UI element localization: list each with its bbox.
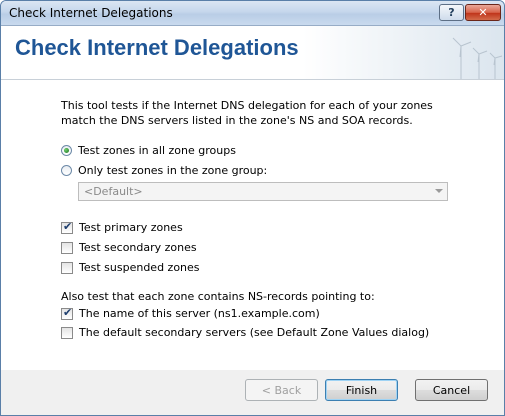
cancel-button[interactable]: Cancel <box>415 379 488 401</box>
description-text: This tool tests if the Internet DNS dele… <box>61 99 433 127</box>
chevron-down-icon <box>435 189 443 193</box>
wind-turbines-image <box>452 37 503 79</box>
checkbox-suspended-zones[interactable]: Test suspended zones <box>61 261 200 274</box>
zone-group-dropdown[interactable]: <Default> <box>78 182 448 201</box>
close-button[interactable]: ✕ <box>465 4 501 21</box>
window-title: Check Internet Delegations <box>9 6 173 20</box>
radio-label: Only test zones in the zone group: <box>78 164 268 177</box>
checkbox-label: The default secondary servers (see Defau… <box>79 326 430 339</box>
checkbox-label: Test suspended zones <box>79 261 200 274</box>
back-button[interactable]: < Back <box>245 379 318 401</box>
checkbox-label: The name of this server (ns1.example.com… <box>79 307 320 320</box>
checkbox[interactable] <box>61 241 73 254</box>
checkbox-secondary-zones[interactable]: Test secondary zones <box>61 241 197 254</box>
help-button[interactable]: ? <box>439 4 464 21</box>
checkbox[interactable] <box>61 326 73 339</box>
finish-button[interactable]: Finish <box>325 379 398 401</box>
checkbox-default-secondary-servers[interactable]: The default secondary servers (see Defau… <box>61 326 429 339</box>
radio-button[interactable] <box>61 165 72 176</box>
radio-label: Test zones in all zone groups <box>78 144 236 157</box>
checkbox[interactable] <box>61 261 73 274</box>
header-banner: Check Internet Delegations <box>1 26 504 80</box>
title-bar[interactable]: Check Internet Delegations ? ✕ <box>1 1 504 26</box>
checkbox-label: Test secondary zones <box>79 241 197 254</box>
checkbox-primary-zones[interactable]: Test primary zones <box>61 220 183 234</box>
zone-group-value: <Default> <box>84 185 143 198</box>
radio-only-zone-group[interactable]: Only test zones in the zone group: <box>61 164 267 177</box>
checkbox-this-server[interactable]: The name of this server (ns1.example.com… <box>61 306 320 320</box>
dialog-content: This tool tests if the Internet DNS dele… <box>1 80 504 370</box>
checkbox-checked[interactable] <box>61 220 73 234</box>
page-title: Check Internet Delegations <box>15 35 299 60</box>
checkbox-checked[interactable] <box>61 306 73 320</box>
ns-records-heading: Also test that each zone contains NS-rec… <box>61 290 375 303</box>
radio-all-zone-groups[interactable]: Test zones in all zone groups <box>61 144 236 157</box>
checkbox-label: Test primary zones <box>79 221 183 234</box>
button-bar: < Back Finish Cancel <box>1 370 504 415</box>
radio-button-checked[interactable] <box>61 145 72 156</box>
dialog-window: Check Internet Delegations ? ✕ Check Int… <box>0 0 505 416</box>
